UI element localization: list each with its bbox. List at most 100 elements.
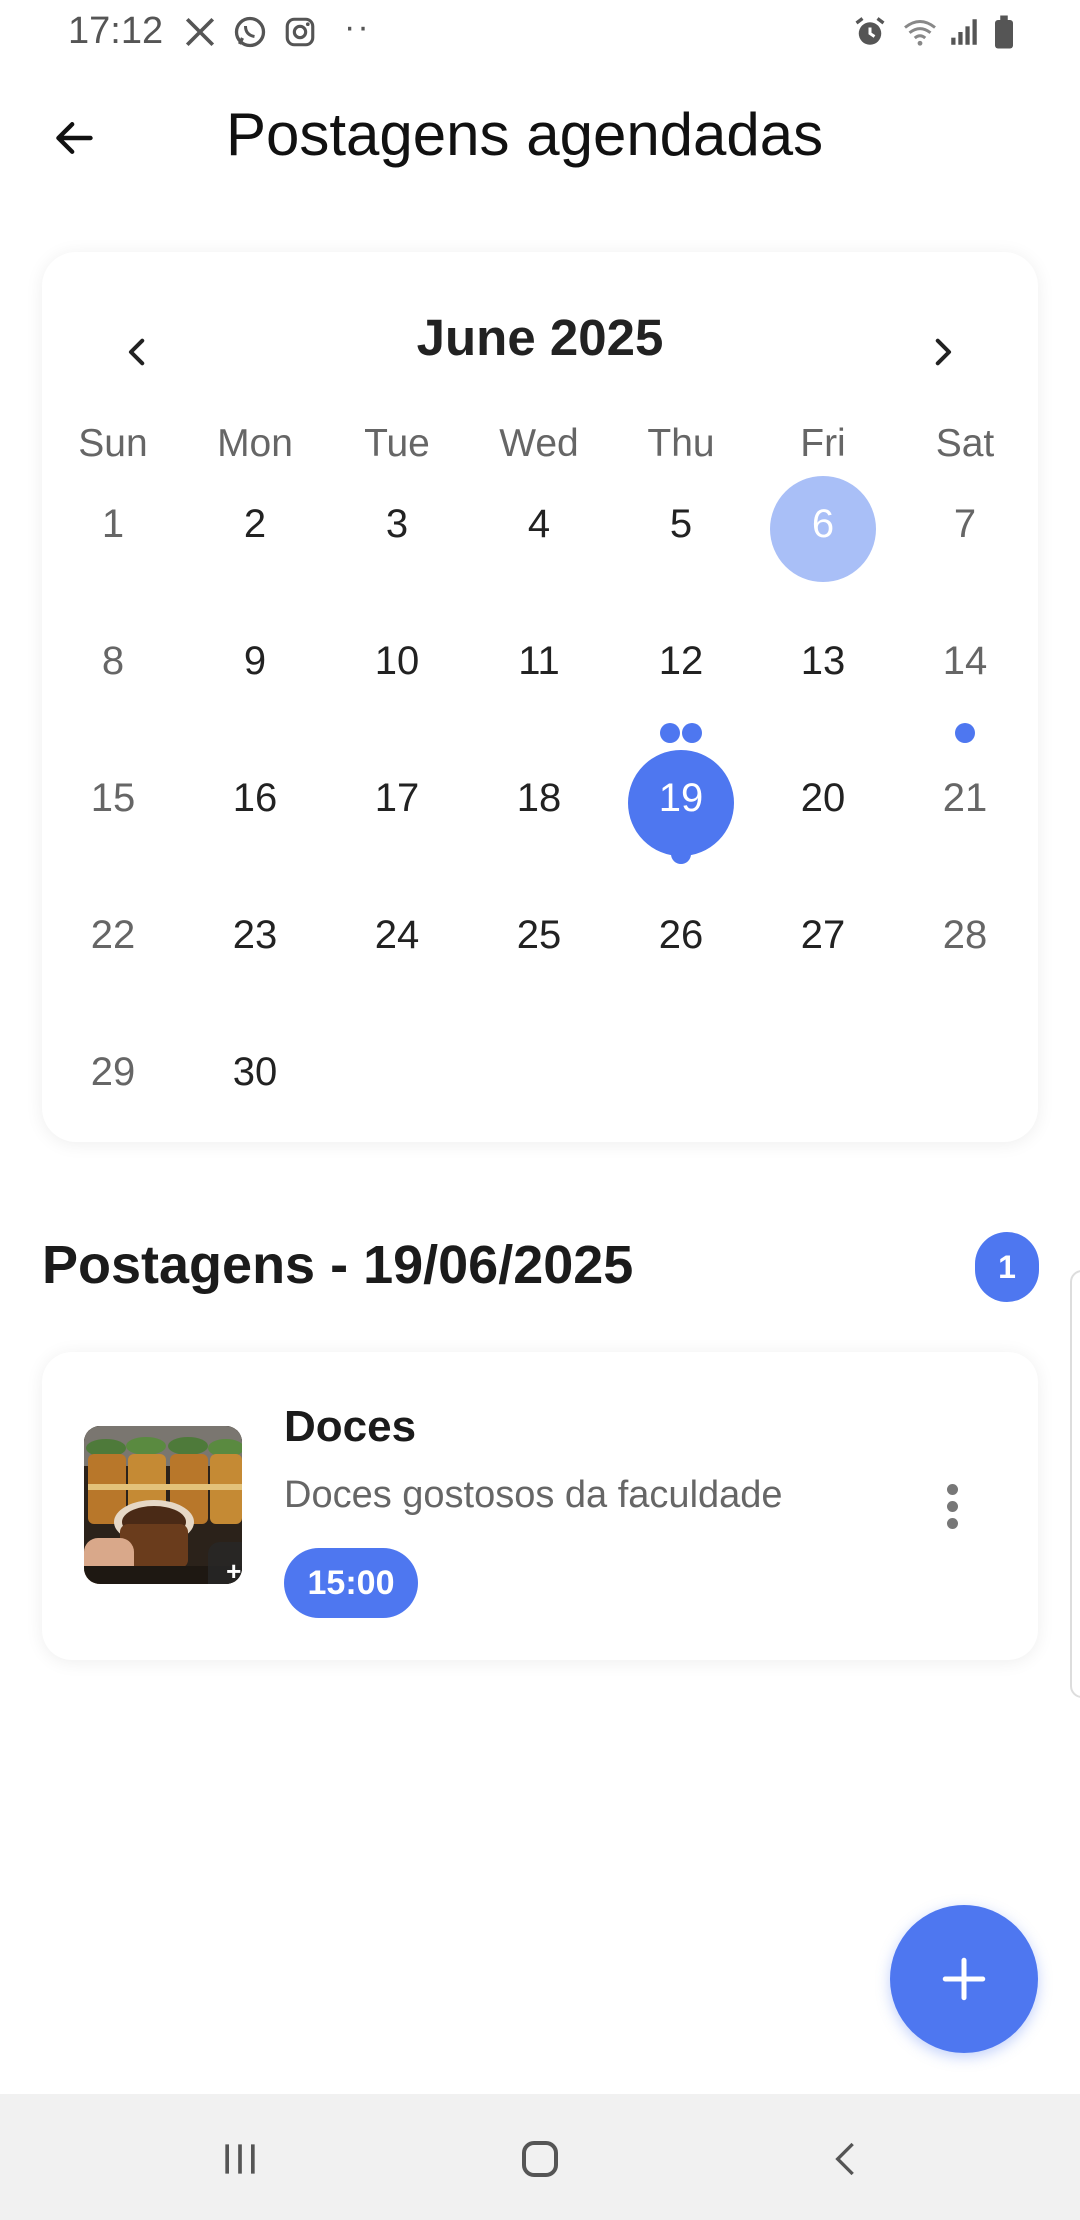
system-nav-bar	[0, 2094, 1080, 2220]
plus-icon	[942, 1957, 986, 2001]
post-more-button[interactable]	[922, 1476, 982, 1536]
extra-images-badge: +1	[208, 1542, 242, 1584]
side-panel-edge[interactable]	[1070, 1270, 1080, 1698]
alarm-icon	[850, 12, 890, 52]
page-title: Postagens agendadas	[226, 101, 824, 168]
post-indicator-dots	[894, 723, 1036, 745]
post-thumbnail: +1	[84, 1426, 242, 1584]
add-post-button[interactable]	[890, 1905, 1038, 2053]
posts-count-badge: 1	[975, 1232, 1039, 1302]
day-number: 14	[942, 639, 988, 683]
day-number: 12	[658, 639, 704, 683]
instagram-icon	[280, 12, 320, 52]
calendar-day[interactable]: 8	[42, 611, 184, 721]
day-number: 17	[374, 776, 420, 820]
whatsapp-icon	[230, 12, 270, 52]
post-indicator-dot	[671, 844, 691, 864]
calendar-day[interactable]: 16	[184, 748, 326, 858]
back-button[interactable]	[38, 108, 110, 168]
calendar-day[interactable]: 11	[468, 611, 610, 721]
calendar-day[interactable]: 25	[468, 885, 610, 995]
day-number: 26	[658, 913, 704, 957]
calendar-day[interactable]: 10	[326, 611, 468, 721]
calendar-day[interactable]: 7	[894, 474, 1036, 584]
calendar-day[interactable]: 24	[326, 885, 468, 995]
calendar-days-grid: 1 2 3 4 5 6 7 8 9 10 11 12 13 14 15 16 17 18 19 20 21 22 23 24 2…	[42, 252, 1038, 1142]
home-icon	[522, 2141, 558, 2177]
calendar-day[interactable]: 6	[752, 474, 894, 584]
day-number: 5	[669, 502, 693, 546]
calendar-day[interactable]: 21	[894, 748, 1036, 858]
calendar-day[interactable]: 9	[184, 611, 326, 721]
back-nav-button[interactable]	[806, 2124, 886, 2194]
x-icon	[180, 12, 220, 52]
calendar-day[interactable]: 30	[184, 1022, 326, 1132]
calendar-day[interactable]: 28	[894, 885, 1036, 995]
day-number: 25	[516, 913, 562, 957]
day-number: 22	[90, 913, 136, 957]
day-number: 29	[90, 1050, 136, 1094]
post-indicator-dot	[660, 723, 680, 743]
calendar-day[interactable]: 27	[752, 885, 894, 995]
day-number: 19	[658, 776, 704, 820]
day-number: 20	[800, 776, 846, 820]
post-description: Doces gostosos da faculdade	[284, 1474, 783, 1516]
day-number: 30	[232, 1050, 278, 1094]
post-title: Doces	[284, 1402, 417, 1451]
calendar-day[interactable]: 23	[184, 885, 326, 995]
day-number: 4	[527, 502, 551, 546]
day-number: 6	[811, 502, 835, 546]
day-number: 23	[232, 913, 278, 957]
day-number: 11	[518, 639, 560, 683]
calendar-day[interactable]: 14	[894, 611, 1036, 743]
recent-apps-button[interactable]	[200, 2124, 280, 2194]
posts-section-title: Postagens - 19/06/2025	[42, 1235, 634, 1295]
arrow-left-icon	[56, 122, 93, 154]
post-indicator-dots	[610, 723, 752, 745]
day-number: 8	[101, 639, 125, 683]
day-number: 1	[101, 502, 125, 546]
calendar-day[interactable]: 19	[610, 748, 752, 864]
signal-icon	[944, 12, 984, 52]
day-number: 10	[374, 639, 420, 683]
day-number: 13	[800, 639, 846, 683]
day-number: 21	[942, 776, 988, 820]
calendar-day[interactable]: 3	[326, 474, 468, 584]
calendar-day[interactable]: 4	[468, 474, 610, 584]
more-vertical-icon	[946, 1483, 958, 1495]
status-more: ··	[344, 8, 371, 46]
post-indicator-dot	[955, 723, 975, 743]
day-number: 16	[232, 776, 278, 820]
post-indicator-dots	[610, 844, 752, 866]
day-number: 3	[385, 502, 409, 546]
status-bar: 17:12 ··	[0, 0, 1080, 66]
day-number: 27	[800, 913, 846, 957]
calendar-day[interactable]: 26	[610, 885, 752, 995]
calendar-day[interactable]: 12	[610, 611, 752, 743]
calendar-day[interactable]: 2	[184, 474, 326, 584]
calendar-day[interactable]: 17	[326, 748, 468, 858]
calendar-card: June 2025 Sun Mon Tue Wed Thu Fri Sat 12…	[42, 252, 1038, 1142]
calendar-day[interactable]: 22	[42, 885, 184, 995]
day-number: 28	[942, 913, 988, 957]
calendar-day[interactable]: 20	[752, 748, 894, 858]
app-header: Postagens agendadas	[0, 90, 1080, 186]
status-time: 17:12	[68, 10, 164, 52]
back-nav-icon	[835, 2142, 854, 2176]
calendar-day[interactable]: 18	[468, 748, 610, 858]
day-number: 24	[374, 913, 420, 957]
calendar-day[interactable]: 13	[752, 611, 894, 721]
day-number: 15	[90, 776, 136, 820]
calendar-day[interactable]: 29	[42, 1022, 184, 1132]
battery-icon	[984, 12, 1024, 52]
post-time-chip: 15:00	[284, 1548, 418, 1618]
day-number: 9	[243, 639, 267, 683]
post-card[interactable]: +1 Doces Doces gostosos da faculdade 15:…	[42, 1352, 1038, 1660]
home-button[interactable]	[500, 2124, 580, 2194]
day-number: 7	[953, 502, 977, 546]
calendar-day[interactable]: 15	[42, 748, 184, 858]
calendar-day[interactable]: 1	[42, 474, 184, 584]
calendar-day[interactable]: 5	[610, 474, 752, 584]
post-indicator-dot	[682, 723, 702, 743]
day-number: 18	[516, 776, 562, 820]
